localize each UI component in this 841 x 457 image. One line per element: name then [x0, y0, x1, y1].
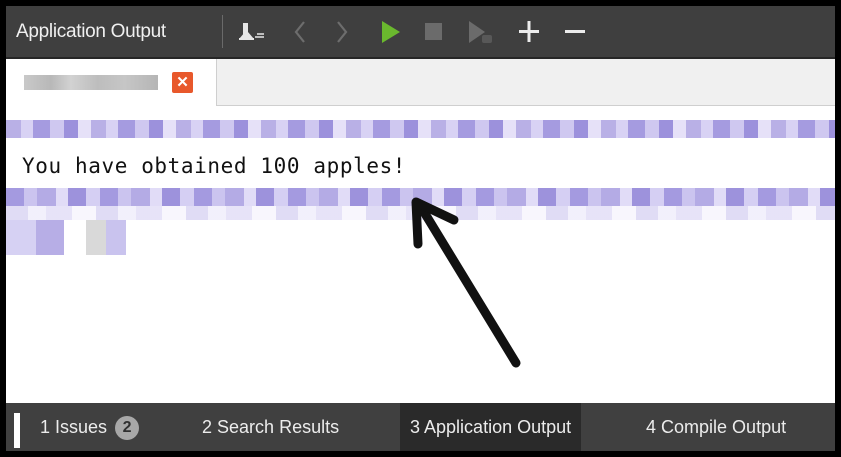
output-tab[interactable]: ✕ [6, 59, 217, 106]
issues-count-badge: 2 [115, 416, 140, 440]
stop-icon[interactable] [423, 6, 445, 57]
zoom-in-icon[interactable] [516, 6, 542, 57]
next-icon[interactable] [332, 6, 352, 57]
output-toolbar: Application Output [6, 6, 835, 59]
redacted-output-line [6, 206, 835, 220]
redacted-output-fragment [6, 220, 126, 255]
pane-title: Application Output [16, 21, 166, 42]
close-tab-icon[interactable]: ✕ [172, 72, 193, 93]
tab-issues[interactable]: 1 Issues 2 [32, 403, 147, 451]
tab-label: Issues [55, 417, 108, 437]
tab-label: Search Results [217, 417, 340, 437]
tab-number: 3 [410, 417, 421, 437]
tab-search-results[interactable]: 2 Search Results [194, 403, 347, 451]
zoom-out-icon[interactable] [562, 6, 588, 57]
attach-debugger-icon[interactable] [466, 6, 494, 57]
output-line: You have obtained 100 apples! [22, 154, 407, 178]
tab-compile-output[interactable]: 4 Compile Output [638, 403, 794, 451]
output-pane-tabs: 1 Issues 2 2 Search Results 3 Applicatio… [6, 403, 835, 451]
tab-number: 1 [40, 417, 51, 437]
output-tab-name [24, 75, 158, 90]
previous-icon[interactable] [290, 6, 310, 57]
output-text-area[interactable]: You have obtained 100 apples! [6, 106, 835, 403]
output-tab-bar: ✕ [6, 59, 835, 106]
toolbar-separator [222, 15, 223, 48]
tab-number: 4 [646, 417, 657, 437]
pane-edge-marker [14, 413, 20, 448]
tab-application-output[interactable]: 3 Application Output [400, 403, 582, 451]
redacted-output-line [6, 120, 835, 138]
tab-label: Application Output [424, 417, 572, 437]
tab-number: 2 [202, 417, 213, 437]
clear-output-icon[interactable] [236, 6, 266, 57]
redacted-output-line [6, 188, 835, 206]
application-output-pane: Application Output ✕ You have obtained 1… [0, 0, 841, 457]
run-icon[interactable] [379, 6, 403, 57]
tab-label: Compile Output [661, 417, 787, 437]
